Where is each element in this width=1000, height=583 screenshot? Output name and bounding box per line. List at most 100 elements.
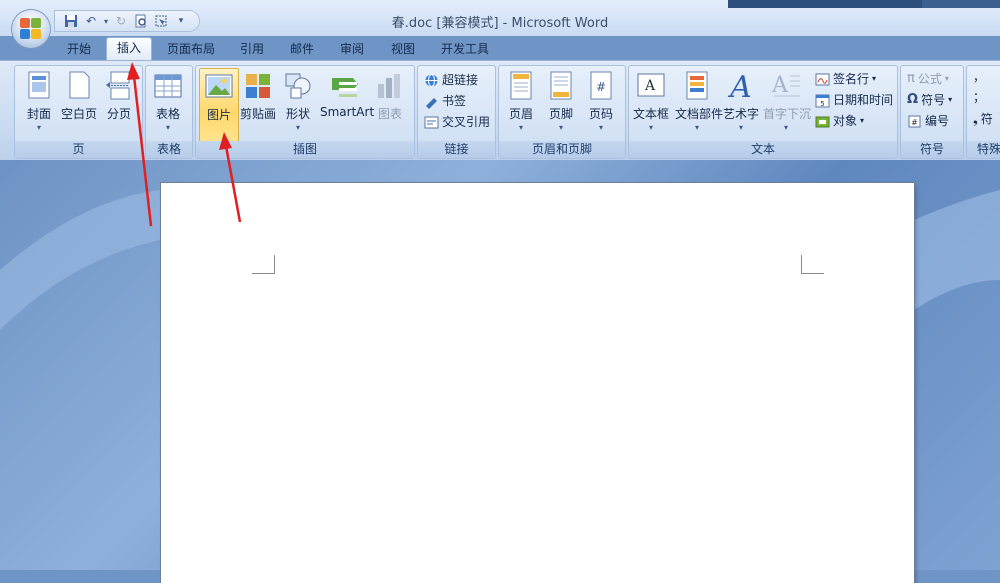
hyperlink-button[interactable]: 超链接 [424,71,478,89]
top-left-margin-mark [252,255,275,274]
svg-text:#: # [911,118,918,127]
select-objects-icon[interactable] [153,13,169,29]
signature-line-icon [815,73,830,85]
tab-view[interactable]: 视图 [381,39,425,60]
special-symbol-button[interactable]: ❟ 符 [973,110,993,128]
svg-text:A: A [771,73,789,98]
print-preview-icon[interactable] [133,13,149,29]
textbox-button[interactable]: A 文本框 ▾ [631,68,671,132]
table-icon [152,70,184,102]
quick-access-toolbar: ↶ ▾ ↻ ▾ [55,11,199,31]
bookmark-button[interactable]: 书签 [424,92,466,110]
svg-text:5: 5 [820,100,824,108]
group-tables: 表格 ▾ 表格 [145,65,193,159]
tab-insert[interactable]: 插入 [106,37,152,61]
group-pages: 封面 ▾ 空白页 分页 页 [14,65,143,159]
tab-page-layout[interactable]: 页面布局 [160,39,222,60]
signature-line-button[interactable]: 签名行 ▾ [815,70,876,88]
bullet-icon: ❟ [973,112,978,126]
omega-icon: Ω [907,92,919,107]
tab-mailings[interactable]: 邮件 [280,39,324,60]
chevron-down-icon: ▾ [944,74,949,83]
save-icon[interactable] [63,13,79,29]
tab-review[interactable]: 审阅 [330,39,374,60]
undo-icon[interactable]: ↶ [83,13,99,29]
shapes-icon [282,70,314,102]
group-label-text: 文本 [629,141,897,158]
chevron-down-icon: ▾ [598,123,603,132]
object-button[interactable]: 对象 ▾ [815,112,864,130]
wordart-button[interactable]: A 艺术字 ▾ [722,68,760,132]
table-button[interactable]: 表格 ▾ [148,68,188,132]
calendar-icon: 5 [815,94,830,108]
header-button[interactable]: 页眉 ▾ [501,68,541,132]
svg-text:A: A [644,78,656,94]
clipart-icon [242,70,274,102]
chevron-down-icon: ▾ [738,123,743,132]
numbering-button[interactable]: # 编号 [907,112,949,130]
page-number-button[interactable]: # 页码 ▾ [581,68,621,132]
redo-icon[interactable]: ↻ [113,13,129,29]
tab-home[interactable]: 开始 [57,39,101,60]
group-special: ， ； ❟ 符 特殊 [966,65,1000,159]
group-label-links: 链接 [418,141,495,158]
shapes-button[interactable]: 形状 ▾ [278,68,318,132]
chevron-down-icon: ▾ [783,123,788,132]
group-label-special: 特殊 [967,141,1000,158]
quick-parts-icon [681,70,713,102]
group-label-pages: 页 [15,141,142,158]
picture-button[interactable]: 图片 [199,68,239,142]
svg-text:A: A [727,70,752,102]
cross-reference-button[interactable]: 交叉引用 [424,113,490,131]
group-header-footer: 页眉 ▾ 页脚 ▾ # 页码 ▾ 页眉和页脚 [498,65,626,159]
chevron-down-icon: ▾ [872,74,877,83]
group-links: 超链接 书签 交叉引用 链接 [417,65,496,159]
date-time-button[interactable]: 5 日期和时间 [815,91,893,109]
blank-page-button[interactable]: 空白页 [59,68,99,122]
equation-button[interactable]: π 公式 ▾ [907,70,949,88]
group-label-tables: 表格 [146,141,192,158]
page-break-icon [103,70,135,102]
chevron-down-icon: ▾ [36,123,41,132]
smartart-button[interactable]: SmartArt [320,68,374,119]
semicolon-symbol[interactable]: ； [973,88,985,106]
symbol-button[interactable]: Ω 符号 ▾ [907,91,952,109]
cover-page-icon [23,70,55,102]
drop-cap-button[interactable]: A 首字下沉 ▾ [763,68,811,132]
chevron-down-icon: ▾ [558,123,563,132]
chart-icon [374,70,406,102]
page-break-button[interactable]: 分页 [99,68,139,122]
page-number-icon: # [585,70,617,102]
drop-cap-icon: A [770,70,802,102]
tab-developer[interactable]: 开发工具 [434,39,496,60]
tab-references[interactable]: 引用 [230,39,274,60]
customize-qat-icon[interactable]: ▾ [173,13,189,29]
chart-button[interactable]: 图表 [370,68,410,122]
blank-page-icon [63,70,95,102]
chevron-down-icon: ▾ [860,116,865,125]
ribbon: 封面 ▾ 空白页 分页 页 表格 ▾ 表格 图片 剪贴画 形状 ▾ SmartA… [0,60,1000,161]
cover-button[interactable]: 封面 ▾ [19,68,59,132]
smartart-icon [329,70,361,102]
header-icon [505,70,537,102]
bookmark-icon [426,97,437,109]
wordart-icon: A [725,70,757,105]
chevron-down-icon: ▾ [694,123,699,132]
chevron-down-icon: ▾ [295,123,300,132]
hyperlink-icon [425,73,438,87]
group-label-illustrations: 插图 [196,141,414,158]
clipart-button[interactable]: 剪贴画 [238,68,278,122]
comma-symbol[interactable]: ， [973,68,985,86]
other-window-strip-2 [922,0,1000,8]
object-icon [815,116,830,127]
quick-parts-button[interactable]: 文档部件 ▾ [675,68,723,132]
textbox-icon: A [635,70,667,102]
document-page[interactable] [161,183,914,583]
footer-button[interactable]: 页脚 ▾ [541,68,581,132]
undo-dropdown-icon[interactable]: ▾ [103,13,109,29]
office-button[interactable] [12,10,50,48]
picture-icon [203,71,235,103]
top-right-margin-mark [801,255,824,274]
group-symbols: π 公式 ▾ Ω 符号 ▾ # 编号 符号 [900,65,964,159]
ribbon-tabs: 开始 插入 页面布局 引用 邮件 审阅 视图 开发工具 [0,36,1000,61]
